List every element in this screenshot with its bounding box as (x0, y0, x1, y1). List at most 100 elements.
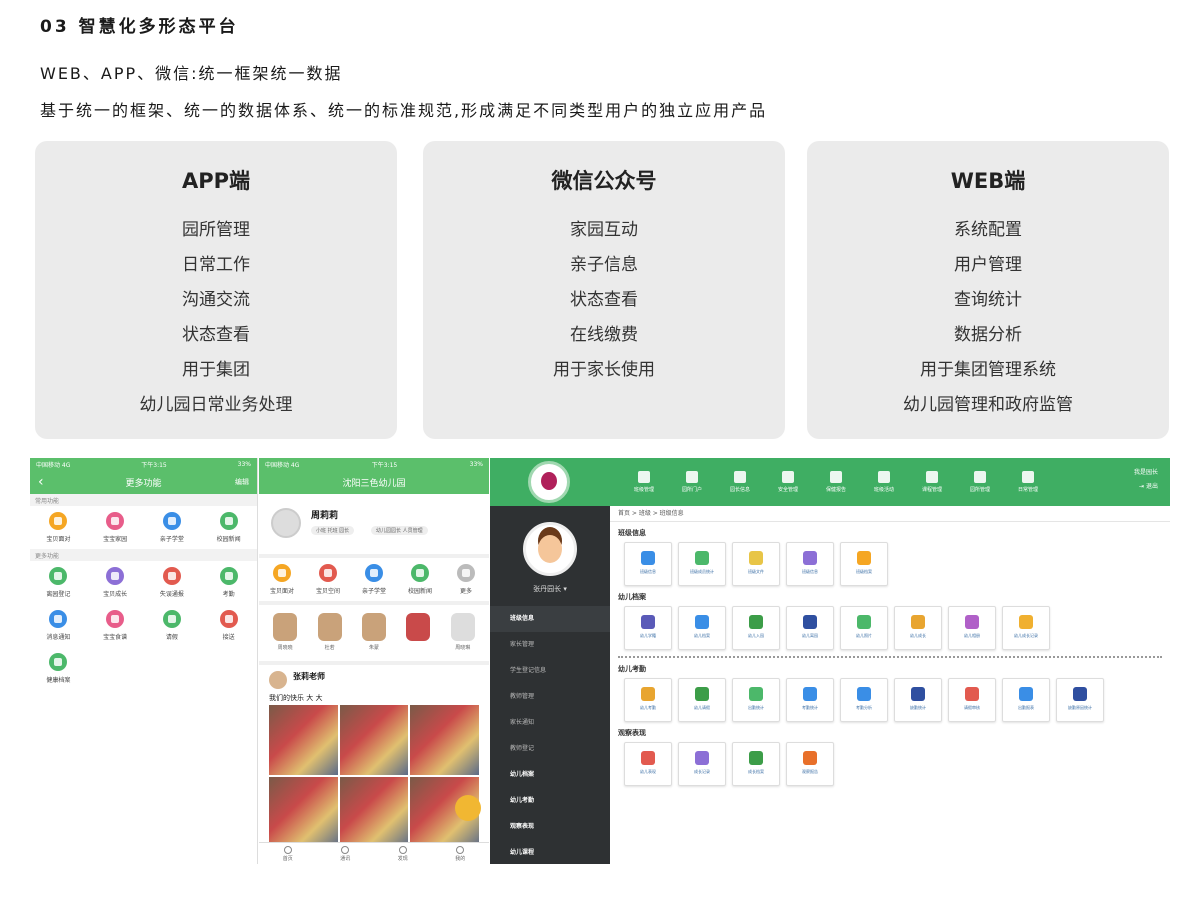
module-tile[interactable]: 幼儿入园 (732, 606, 780, 650)
sidebar-group[interactable]: 幼儿档案 (490, 762, 610, 788)
tab-home[interactable]: 首页 (283, 845, 293, 862)
module-tile[interactable]: 观察报告 (786, 742, 834, 786)
module-tile[interactable]: 班级文件 (732, 542, 780, 586)
top-bar: 班级管理 园所门户 园长信息 安全管理 保健报告 班级活动 课程管理 园所管理 … (490, 458, 1170, 506)
function-item[interactable]: 宝宝食谱 (87, 610, 144, 641)
top-nav-item[interactable]: 班级活动 (860, 471, 908, 493)
sidebar-user[interactable]: 张丹园长 ▾ (490, 584, 610, 594)
back-icon[interactable]: ‹ (38, 474, 44, 490)
module-tile[interactable]: 幼儿成长记录 (1002, 606, 1050, 650)
module-icon (641, 615, 655, 629)
module-tile[interactable]: 幼儿学籍 (624, 606, 672, 650)
module-icon (857, 551, 871, 565)
function-item[interactable]: 考勤 (200, 567, 257, 598)
function-item[interactable]: 离园登记 (30, 567, 87, 598)
quick-item[interactable]: 校园新闻 (397, 564, 443, 595)
module-tile[interactable]: 幼儿档案 (678, 606, 726, 650)
function-item[interactable]: 请假 (144, 610, 201, 641)
kid-item[interactable]: 朱蒙 (361, 613, 386, 653)
function-item[interactable]: 亲子学堂 (144, 512, 201, 543)
logout-button[interactable]: ⇥ 退出 (1134, 480, 1158, 494)
shield-icon (974, 471, 986, 483)
module-tile[interactable]: 幼儿考勤 (624, 678, 672, 722)
kid-item[interactable] (406, 613, 431, 653)
top-nav-item[interactable]: 课程管理 (908, 471, 956, 493)
tab-discover[interactable]: 发现 (398, 845, 408, 862)
tab-contacts[interactable]: 通讯 (340, 845, 350, 862)
kid-item[interactable]: 杜若 (317, 613, 342, 653)
module-tile[interactable]: 幼儿照片 (840, 606, 888, 650)
brand-logo[interactable] (528, 461, 570, 503)
quick-item[interactable]: 亲子学堂 (351, 564, 397, 595)
module-tile[interactable]: 幼儿离园 (786, 606, 834, 650)
avatar[interactable] (269, 671, 287, 689)
module-tile[interactable]: 幼儿请假 (678, 678, 726, 722)
post-photo[interactable] (339, 777, 409, 847)
post-photo[interactable] (269, 705, 338, 775)
function-item[interactable]: 失误通报 (144, 567, 201, 598)
top-nav-item[interactable]: 园所管理 (956, 471, 1004, 493)
top-nav-item[interactable]: 保健报告 (812, 471, 860, 493)
module-tile[interactable]: 幼儿相册 (948, 606, 996, 650)
module-tile[interactable]: 幼儿表现 (624, 742, 672, 786)
avatar[interactable] (271, 508, 301, 538)
function-item[interactable]: 接送 (200, 610, 257, 641)
top-nav-item[interactable]: 日常管理 (1004, 471, 1052, 493)
module-tile[interactable]: 班级信息 (624, 542, 672, 586)
module-tile[interactable]: 缺勤原因统计 (1056, 678, 1104, 722)
module-tile[interactable]: 班级信息 (786, 542, 834, 586)
module-tile[interactable]: 缺勤统计 (894, 678, 942, 722)
kid-item[interactable]: 周晓晓 (273, 613, 298, 653)
module-tile[interactable]: 成长记录 (678, 742, 726, 786)
sidebar-item[interactable]: 家长管理 (490, 632, 610, 658)
module-tile[interactable]: 幼儿成长 (894, 606, 942, 650)
module-tile[interactable]: 出勤报表 (1002, 678, 1050, 722)
compose-icon[interactable] (455, 795, 481, 821)
sidebar-item[interactable]: 家长通知 (490, 710, 610, 736)
module-tile[interactable]: 出勤统计 (732, 678, 780, 722)
sidebar-group[interactable]: 幼儿课程 (490, 840, 610, 864)
top-nav-item[interactable]: 园长信息 (716, 471, 764, 493)
module-tile[interactable]: 考勤分析 (840, 678, 888, 722)
card-title: 微信公众号 (551, 169, 657, 193)
tab-me[interactable]: 我的 (455, 845, 465, 862)
module-section: 班级信息 班级信息 班级成员统计 班级文件 班级信息 班级档案 (610, 522, 1170, 586)
sidebar-item[interactable]: 教师登记 (490, 736, 610, 762)
function-item[interactable]: 宝宝家园 (87, 512, 144, 543)
icon-grid: 离园登记 宝贝成长 失误通报 考勤 消息通知 宝宝食谱 请假 接送 健康档案 (30, 561, 257, 690)
kid-item[interactable]: 周晓琳 (450, 613, 475, 653)
module-tile[interactable]: 班级成员统计 (678, 542, 726, 586)
post-photo[interactable] (410, 705, 479, 775)
top-nav-item[interactable]: 安全管理 (764, 471, 812, 493)
function-item[interactable]: 消息通知 (30, 610, 87, 641)
section-label: 更多功能 (30, 549, 257, 561)
post-photo[interactable] (269, 777, 338, 847)
quick-item[interactable]: 宝贝面对 (259, 564, 305, 595)
function-item[interactable]: 校园新闻 (200, 512, 257, 543)
battery: 33% (469, 460, 483, 468)
avatar[interactable] (523, 522, 577, 576)
sidebar-item[interactable]: 学生登记信息 (490, 658, 610, 684)
sidebar-group[interactable]: 观察表现 (490, 814, 610, 840)
top-nav-item[interactable]: 班级管理 (620, 471, 668, 493)
module-tile[interactable]: 成长档案 (732, 742, 780, 786)
tile-row: 幼儿学籍 幼儿档案 幼儿入园 幼儿离园 幼儿照片 幼儿成长 幼儿相册 幼儿成长记… (618, 606, 1162, 650)
top-nav-item[interactable]: 园所门户 (668, 471, 716, 493)
function-item[interactable]: 宝贝面对 (30, 512, 87, 543)
module-tile[interactable]: 班级档案 (840, 542, 888, 586)
module-tile[interactable]: 考勤统计 (786, 678, 834, 722)
quick-icons: 宝贝面对 宝贝空间 亲子学堂 校园新闻 更多 (259, 558, 489, 605)
post-photo[interactable] (339, 705, 409, 775)
module-icon (1019, 687, 1033, 701)
function-item[interactable]: 宝贝成长 (87, 567, 144, 598)
quick-item[interactable]: 宝贝空间 (305, 564, 351, 595)
module-tile[interactable]: 请假审核 (948, 678, 996, 722)
function-item[interactable]: 健康档案 (30, 653, 87, 684)
edit-button[interactable]: 编辑 (235, 477, 249, 487)
sidebar-group[interactable]: 幼儿考勤 (490, 788, 610, 814)
nav-icon (926, 471, 938, 483)
sidebar-item-class-info[interactable]: 班级信息 (490, 606, 610, 632)
quick-item[interactable]: 更多 (443, 564, 489, 595)
sidebar-item[interactable]: 教师管理 (490, 684, 610, 710)
status-bar: 中国移动 4G 下午3:15 33% (259, 458, 489, 470)
